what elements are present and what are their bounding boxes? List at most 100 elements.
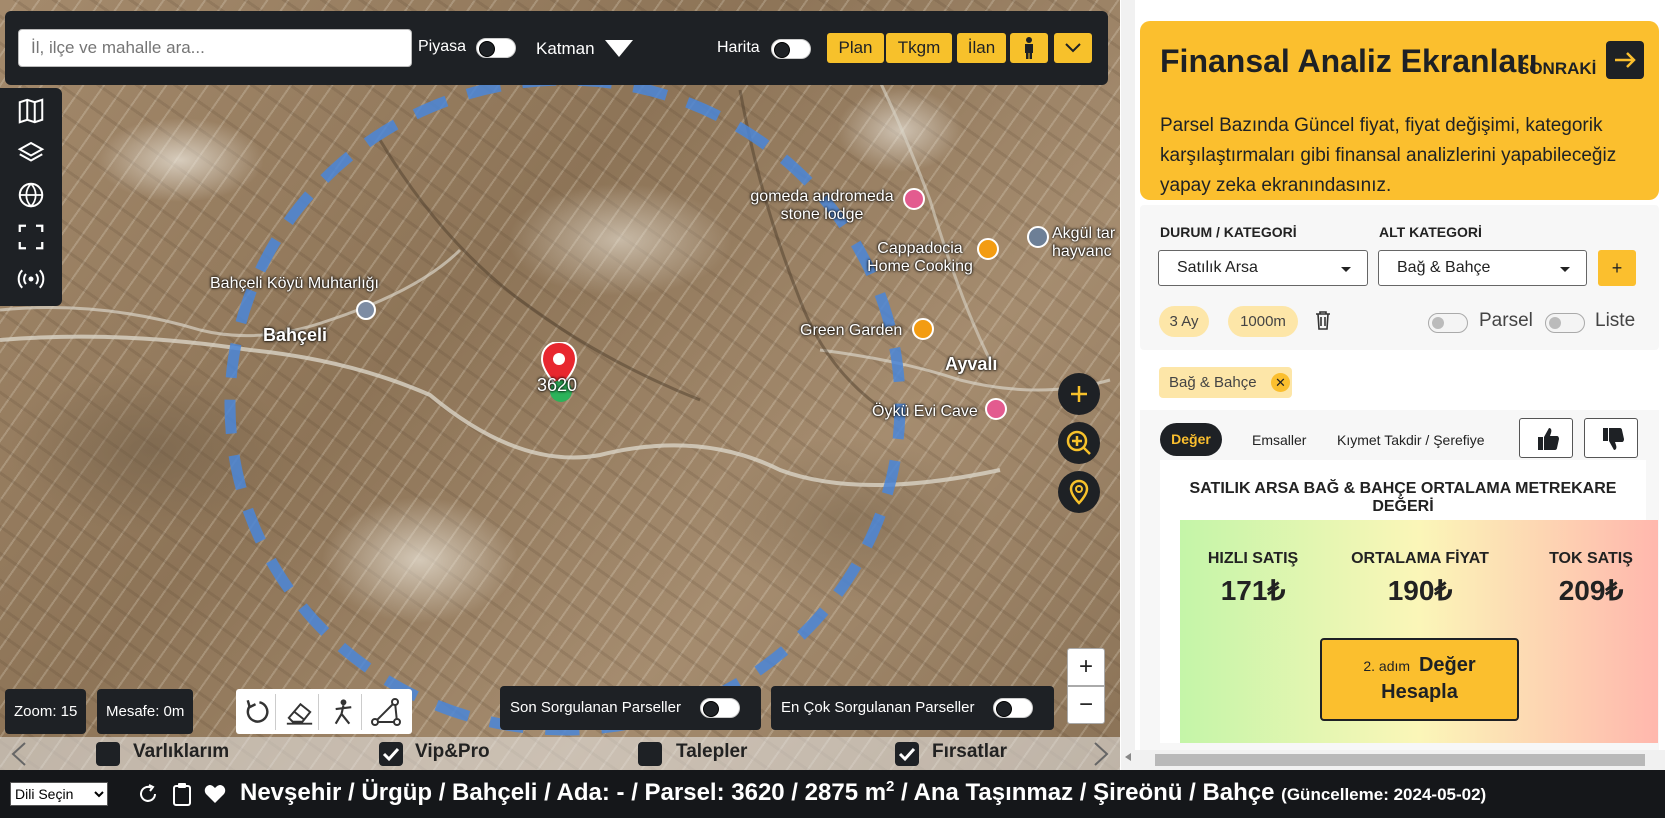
plan-button[interactable]: Plan bbox=[827, 33, 884, 63]
talepler-checkbox[interactable] bbox=[638, 742, 662, 766]
value-card: SATILIK ARSA BAĞ & BAHÇE ORTALAMA METREK… bbox=[1160, 460, 1658, 743]
place-label-gomeda[interactable]: gomeda andromeda stone lodge bbox=[742, 188, 902, 224]
last-queried-label: Son Sorgulanan Parseller bbox=[510, 699, 681, 716]
calculate-value-button[interactable]: 2. adım Değer Hesapla bbox=[1320, 638, 1519, 721]
ilan-button[interactable]: İlan bbox=[957, 33, 1006, 63]
tab-deger[interactable]: Değer bbox=[1160, 423, 1222, 456]
varliklarim-checkbox[interactable] bbox=[96, 742, 120, 766]
zoom-in-button[interactable]: + bbox=[1067, 648, 1105, 686]
eraser-icon[interactable] bbox=[281, 694, 319, 730]
restaurant-pin-icon[interactable] bbox=[912, 318, 934, 340]
firsatlar-checkbox[interactable] bbox=[895, 742, 919, 766]
place-label-ayvali[interactable]: Ayvalı bbox=[945, 354, 997, 375]
broadcast-icon[interactable] bbox=[16, 264, 46, 294]
clipboard-icon[interactable] bbox=[172, 782, 192, 806]
tab-emsaller[interactable]: Emsaller bbox=[1252, 432, 1306, 448]
government-pin-icon[interactable] bbox=[356, 300, 376, 320]
horizontal-scrollbar[interactable] bbox=[1135, 750, 1665, 770]
trash-icon[interactable] bbox=[1315, 310, 1331, 330]
undo-icon[interactable] bbox=[238, 694, 276, 730]
period-pill[interactable]: 3 Ay bbox=[1159, 306, 1209, 337]
place-label-cappadocia[interactable]: Cappadocia Home Cooking bbox=[860, 240, 980, 276]
hero-description: Parsel Bazında Güncel fiyat, fiyat değiş… bbox=[1160, 115, 1617, 196]
tab-kiymet-takdir[interactable]: Kıymet Takdir / Şerefiye bbox=[1337, 432, 1485, 448]
active-filter-tag: Bağ & Bahçe ✕ bbox=[1159, 367, 1292, 398]
measure-tool-icon[interactable] bbox=[324, 694, 362, 730]
layers-icon[interactable] bbox=[16, 138, 46, 168]
globe-icon[interactable] bbox=[16, 180, 46, 210]
more-button[interactable] bbox=[1054, 33, 1092, 63]
chevron-left-icon[interactable] bbox=[10, 741, 28, 767]
hotel-pin-icon[interactable] bbox=[903, 188, 925, 210]
vip-pro-label[interactable]: Vip&Pro bbox=[415, 741, 490, 763]
last-queried-toggle[interactable] bbox=[700, 698, 740, 718]
piyasa-toggle[interactable] bbox=[476, 38, 516, 58]
vip-pro-checkbox[interactable] bbox=[379, 742, 403, 766]
katman-dropdown-icon[interactable] bbox=[604, 39, 634, 59]
piyasa-label: Piyasa bbox=[418, 38, 467, 55]
zoom-level-readout: Zoom: 15 bbox=[5, 689, 87, 734]
dislike-button[interactable] bbox=[1584, 418, 1638, 458]
street-view-button[interactable] bbox=[1010, 33, 1048, 63]
varliklarim-label[interactable]: Varlıklarım bbox=[133, 741, 229, 763]
add-filter-button[interactable]: + bbox=[1598, 250, 1636, 286]
scroll-thumb[interactable] bbox=[1155, 754, 1645, 766]
parcel-breadcrumb: Nevşehir / Ürgüp / Bahçeli / Ada: - / Pa… bbox=[240, 778, 1486, 807]
arrow-right-icon bbox=[1615, 52, 1636, 68]
chevron-down-icon bbox=[1065, 43, 1081, 53]
place-label-oyku[interactable]: Öykü Evi Cave bbox=[872, 403, 978, 421]
metric-value: 190₺ bbox=[1387, 575, 1453, 606]
place-pin-icon[interactable] bbox=[1027, 226, 1049, 248]
firsatlar-label[interactable]: Fırsatlar bbox=[932, 741, 1007, 763]
chevron-right-icon[interactable] bbox=[1092, 741, 1110, 767]
restaurant-pin-icon[interactable] bbox=[977, 238, 999, 260]
alt-kategori-select[interactable]: Bağ & Bahçe bbox=[1378, 250, 1587, 286]
radius-pill[interactable]: 1000m bbox=[1228, 306, 1298, 337]
hotel-pin-icon[interactable] bbox=[985, 398, 1007, 420]
map-locate-button[interactable] bbox=[1058, 471, 1100, 513]
scroll-left-arrow-icon[interactable] bbox=[1124, 752, 1132, 762]
calc-line1: Değer bbox=[1418, 654, 1476, 676]
durum-select[interactable]: Satılık Arsa bbox=[1158, 250, 1368, 286]
metric-ortalama-fiyat: ORTALAMA FİYAT 190₺ bbox=[1340, 550, 1500, 607]
check-icon bbox=[382, 747, 400, 762]
alt-kategori-label: ALT KATEGORİ bbox=[1379, 224, 1482, 240]
fullscreen-icon[interactable] bbox=[16, 222, 46, 252]
metric-label: ORTALAMA FİYAT bbox=[1351, 550, 1489, 567]
place-label-bahceli-muhtar[interactable]: Bahçeli Köyü Muhtarlığı bbox=[210, 275, 379, 293]
zoom-out-button[interactable]: − bbox=[1067, 686, 1105, 724]
place-label-bahceli[interactable]: Bahçeli bbox=[263, 325, 327, 346]
language-select[interactable]: Dili Seçin bbox=[10, 782, 108, 806]
refresh-icon[interactable] bbox=[137, 783, 159, 805]
tkgm-button[interactable]: Tkgm bbox=[886, 33, 952, 63]
harita-toggle[interactable] bbox=[771, 39, 811, 59]
place-text: Cappadocia Home Cooking bbox=[867, 240, 973, 275]
place-label-akgul[interactable]: Akgül tar hayvanc bbox=[1052, 225, 1120, 261]
heart-icon[interactable] bbox=[204, 784, 226, 804]
polygon-tool-icon[interactable] bbox=[367, 694, 405, 730]
calc-step-label: 2. adım bbox=[1363, 658, 1411, 674]
durum-label: DURUM / KATEGORİ bbox=[1160, 224, 1297, 240]
close-icon[interactable]: ✕ bbox=[1271, 373, 1290, 392]
katman-label[interactable]: Katman bbox=[536, 39, 595, 59]
talepler-label[interactable]: Talepler bbox=[676, 741, 747, 763]
map-zoom-search-button[interactable] bbox=[1058, 422, 1100, 464]
thumbs-up-icon bbox=[1538, 428, 1559, 450]
location-search-input[interactable] bbox=[18, 29, 412, 67]
next-button[interactable] bbox=[1606, 41, 1644, 79]
most-queried-toggle[interactable] bbox=[993, 698, 1033, 718]
place-label-green-garden[interactable]: Green Garden bbox=[800, 322, 902, 340]
distance-readout: Mesafe: 0m bbox=[97, 689, 194, 734]
map-view[interactable]: gomeda andromeda stone lodge Cappadocia … bbox=[0, 0, 1120, 770]
like-button[interactable] bbox=[1519, 418, 1573, 458]
metric-hizli-satis: HIZLI SATIŞ 171₺ bbox=[1198, 550, 1308, 607]
liste-toggle[interactable] bbox=[1545, 313, 1585, 333]
next-label[interactable]: SONRAKİ bbox=[1518, 59, 1596, 79]
map-add-button[interactable] bbox=[1058, 373, 1100, 415]
parsel-toggle[interactable] bbox=[1428, 313, 1468, 333]
calc-line2: Hesapla bbox=[1381, 681, 1458, 703]
last-queried-panel: Son Sorgulanan Parseller bbox=[500, 686, 761, 730]
map-icon[interactable] bbox=[16, 96, 46, 126]
thumbs-down-icon bbox=[1603, 428, 1624, 450]
vertical-scrollbar[interactable] bbox=[1121, 0, 1135, 770]
